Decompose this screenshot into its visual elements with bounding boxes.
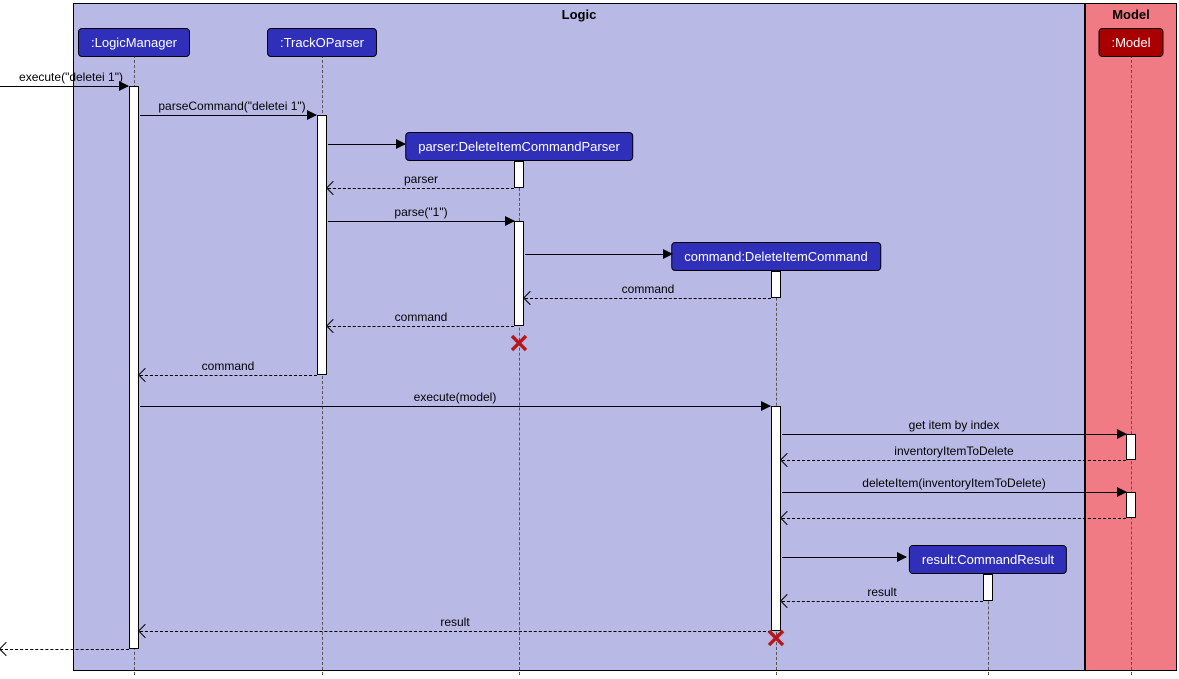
label-m11: deleteItem(inventoryItemToDelete): [862, 476, 1045, 490]
label-m8: execute(model): [414, 390, 497, 404]
participant-trackoparser: :TrackOParser: [267, 28, 377, 57]
msg-return-result1: [782, 601, 983, 602]
msg-get-item: [782, 434, 1126, 435]
label-m1: execute("deletei 1"): [19, 70, 123, 84]
msg-execute-model: [140, 406, 770, 407]
msg-parse: [328, 221, 514, 222]
destroy-parser-icon: ✕: [508, 329, 530, 360]
label-m2: parseCommand("deletei 1"): [158, 99, 305, 113]
label-m12: result: [867, 585, 896, 599]
msg-return-command3: [140, 375, 317, 376]
msg-return-delete: [782, 518, 1126, 519]
arrow-return-external: [0, 642, 13, 656]
sequence-diagram: Logic Model :LogicManager :TrackOParser …: [0, 0, 1179, 679]
label-m7: command: [202, 359, 255, 373]
label-m9: get item by index: [909, 418, 1000, 432]
msg-delete-item: [782, 492, 1126, 493]
label-m10: inventoryItemToDelete: [894, 444, 1013, 458]
msg-create-command: [525, 254, 672, 255]
label-m5: command: [622, 282, 675, 296]
label-m13: result: [440, 615, 469, 629]
frame-model-title: Model: [1086, 7, 1176, 22]
msg-return-item: [782, 460, 1126, 461]
participant-deleteitemcommand: command:DeleteItemCommand: [671, 242, 881, 271]
frame-logic-title: Logic: [74, 7, 1084, 22]
arrow-create-parser: [396, 139, 406, 149]
label-m3: parser: [404, 172, 438, 186]
lifeline-model: [1131, 55, 1132, 675]
arrow-m8: [761, 401, 771, 411]
arrow-m2: [307, 110, 317, 120]
msg-return-command1: [525, 298, 771, 299]
msg-create-parser: [328, 144, 405, 145]
msg-return-result2: [140, 631, 771, 632]
arrow-m11: [1117, 487, 1127, 497]
label-m6: command: [395, 310, 448, 324]
activation-model-delete: [1126, 492, 1136, 518]
msg-parsecommand: [140, 115, 316, 116]
activation-parser-parse: [514, 221, 524, 326]
msg-return-command2: [328, 326, 514, 327]
arrow-create-result: [897, 552, 907, 562]
msg-create-result: [782, 557, 906, 558]
activation-result-ctor: [983, 574, 993, 601]
participant-deleteitemcommandparser: parser:DeleteItemCommandParser: [405, 132, 633, 161]
msg-return-external: [0, 649, 129, 650]
activation-logicmanager: [129, 86, 139, 649]
activation-command-ctor: [771, 271, 781, 298]
destroy-command-icon: ✕: [765, 624, 787, 655]
activation-parser-ctor: [514, 161, 524, 188]
participant-logicmanager: :LogicManager: [78, 28, 190, 57]
participant-commandresult: result:CommandResult: [909, 545, 1067, 574]
activation-model-get: [1126, 434, 1136, 460]
arrow-m9: [1117, 429, 1127, 439]
msg-return-parser: [328, 188, 514, 189]
arrow-create-command: [663, 249, 673, 259]
activation-trackoparser: [317, 115, 327, 375]
label-m4: parse("1"): [394, 205, 447, 219]
arrow-m4: [505, 216, 515, 226]
participant-model: :Model: [1098, 28, 1163, 57]
msg-execute-deletei: [0, 86, 128, 87]
